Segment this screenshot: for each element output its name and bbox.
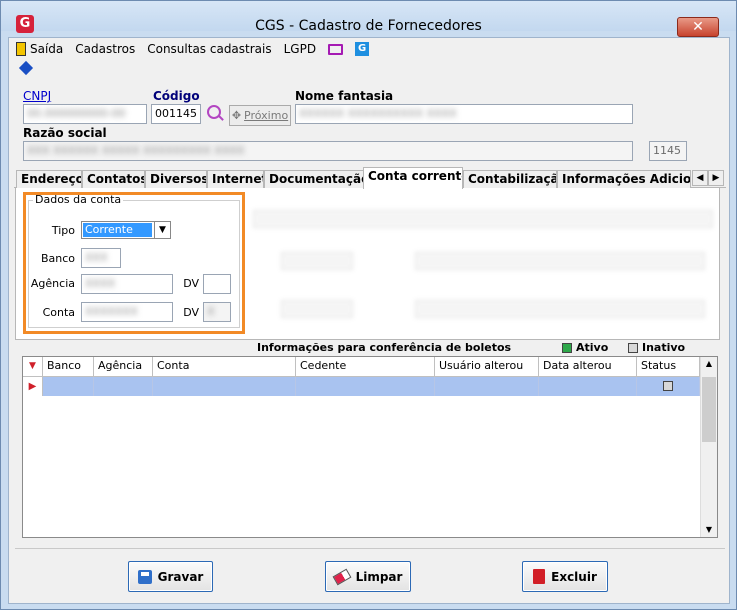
inativo-square-icon	[628, 342, 638, 353]
boletos-grid[interactable]: ▼ Banco Agência Conta Cedente Usuário al…	[22, 356, 718, 538]
monitor-icon[interactable]	[328, 43, 344, 55]
col-conta[interactable]: Conta	[153, 357, 296, 376]
status-checkbox[interactable]	[663, 381, 673, 391]
tab-informacoes-adicionais[interactable]: Informações Adicionais	[557, 170, 691, 188]
tab-endereco[interactable]: Endereço	[16, 170, 82, 188]
trash-icon	[533, 569, 546, 584]
menu-lgpd[interactable]: LGPD	[284, 42, 316, 56]
nome-fantasia-label: Nome fantasia	[295, 89, 394, 103]
tab-scroll-left-icon[interactable]: ◀	[692, 170, 708, 186]
boletos-section: Informações para conferência de boletos …	[22, 338, 719, 538]
search-icon[interactable]	[207, 105, 221, 119]
title-bar[interactable]: G CGS - Cadastro de Fornecedores ✕	[1, 1, 736, 37]
limpar-button[interactable]: Limpar	[325, 561, 411, 592]
inativo-label: Inativo	[642, 341, 686, 354]
blurred-fields-area	[245, 194, 719, 336]
grid-header: ▼ Banco Agência Conta Cedente Usuário al…	[23, 357, 700, 377]
menu-lgpd-label: LGPD	[283, 42, 317, 56]
col-banco[interactable]: Banco	[43, 357, 94, 376]
proximo-button[interactable]: ✥ Próximo	[229, 105, 291, 126]
door-icon	[16, 42, 26, 56]
codigo-short-field: 1145	[649, 141, 687, 161]
cnpj-field[interactable]: 00.000000000-00	[23, 104, 147, 124]
grid-scrollbar[interactable]: ▲ ▼	[700, 357, 717, 537]
grid-caption-bar: Informações para conferência de boletos …	[22, 338, 719, 356]
menu-saida[interactable]: Saída	[16, 42, 63, 56]
tab-diversos[interactable]: Diversos	[145, 170, 207, 188]
menu-saida-label: Saída	[30, 42, 64, 56]
scroll-down-icon[interactable]: ▼	[701, 523, 717, 537]
menu-cadastros[interactable]: Cadastros	[75, 42, 135, 56]
col-data-alterou[interactable]: Data alterou	[539, 357, 637, 376]
gravar-label: Gravar	[157, 569, 204, 584]
plus-icon: ✥	[231, 109, 242, 122]
g-app-icon[interactable]: G	[355, 42, 370, 56]
diamond-icon[interactable]	[18, 60, 34, 76]
ativo-square-icon	[562, 342, 572, 353]
tab-conta-corrente[interactable]: Conta corrente	[363, 167, 463, 189]
grid-caption: Informações para conferência de boletos	[257, 341, 512, 354]
save-icon	[137, 569, 152, 584]
gravar-button[interactable]: Gravar	[128, 561, 213, 592]
tab-contatos[interactable]: Contatos	[82, 170, 145, 188]
sort-down-icon[interactable]: ▼	[23, 357, 43, 376]
razao-social-field[interactable]: XXX XXXXXX XXXXX XXXXXXXXX XXXX	[23, 141, 633, 161]
menu-cadastros-label: Cadastros	[75, 42, 136, 56]
eraser-icon	[332, 568, 351, 585]
col-agencia[interactable]: Agência	[94, 357, 153, 376]
scroll-up-icon[interactable]: ▲	[701, 357, 717, 371]
col-usuario-alterou[interactable]: Usuário alterou	[435, 357, 539, 376]
codigo-label: Código	[153, 89, 200, 103]
menu-bar: Saída Cadastros Consultas cadastrais LGP…	[16, 38, 370, 60]
client-area: Saída Cadastros Consultas cadastrais LGP…	[8, 37, 730, 604]
codigo-field[interactable]: 001145	[151, 104, 201, 124]
row-indicator-icon: ▶	[23, 377, 43, 396]
tab-contabilizacao[interactable]: Contabilização	[463, 170, 557, 188]
tab-documentacao[interactable]: Documentação	[264, 170, 364, 188]
proximo-label: Próximo	[244, 109, 289, 122]
menu-consultas[interactable]: Consultas cadastrais	[147, 42, 271, 56]
tab-internet[interactable]: Internet	[207, 170, 264, 188]
legend-ativo: Ativo	[562, 341, 608, 354]
window-title: CGS - Cadastro de Fornecedores	[255, 18, 482, 34]
col-cedente[interactable]: Cedente	[296, 357, 435, 376]
excluir-button[interactable]: Excluir	[522, 561, 608, 592]
menu-consultas-label: Consultas cadastrais	[147, 42, 272, 56]
close-button[interactable]: ✕	[677, 17, 719, 37]
cnpj-label[interactable]: CNPJ	[23, 89, 51, 103]
col-status[interactable]: Status	[637, 357, 700, 376]
tab-strip: Endereço Contatos Diversos Internet Docu…	[14, 167, 726, 189]
scroll-thumb[interactable]	[702, 377, 716, 442]
app-window: G CGS - Cadastro de Fornecedores ✕ Saída…	[0, 0, 737, 610]
tab-scroll-right-icon[interactable]: ▶	[708, 170, 724, 186]
razao-social-label: Razão social	[23, 126, 107, 140]
highlight-annotation	[23, 192, 245, 334]
ativo-label: Ativo	[576, 341, 609, 354]
limpar-label: Limpar	[355, 569, 403, 584]
table-row[interactable]: ▶	[23, 377, 700, 396]
legend-inativo: Inativo	[628, 341, 685, 354]
excluir-label: Excluir	[551, 569, 597, 584]
footer-divider	[15, 548, 725, 549]
nome-fantasia-field[interactable]: XXXXXX XXXXXXXXXX XXXX	[295, 104, 633, 124]
